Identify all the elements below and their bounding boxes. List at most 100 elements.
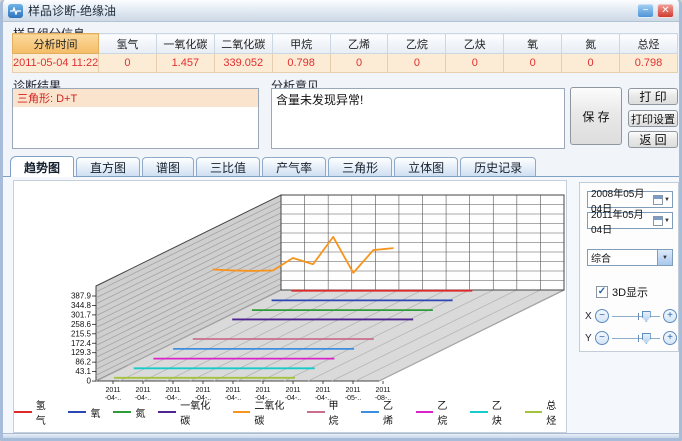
tab-产气率[interactable]: 产气率 — [262, 157, 326, 176]
gas-value-cell: 0 — [330, 54, 388, 73]
x-tick-label: 2011 — [135, 387, 150, 394]
back-button[interactable]: 返 回 — [628, 131, 678, 148]
gas-column-header: 氧 — [504, 34, 562, 54]
legend-color-dash — [525, 411, 543, 413]
gas-value-cell: 339.052 — [214, 54, 272, 73]
legend-item: 氧 — [68, 405, 100, 420]
legend-label: 氢气 — [36, 397, 56, 427]
legend-color-dash — [113, 411, 131, 413]
legend-label: 二氧化碳 — [254, 397, 293, 427]
legend-color-dash — [470, 411, 488, 413]
tab-直方图[interactable]: 直方图 — [76, 157, 140, 176]
y-tick-label: 172.4 — [71, 339, 92, 348]
print-button[interactable]: 打 印 — [628, 88, 678, 105]
tab-立体图[interactable]: 立体图 — [394, 157, 458, 176]
y-slider-thumb[interactable] — [642, 333, 651, 344]
x-tick-label: 2011 — [195, 387, 210, 394]
gas-value-cell: 0 — [504, 54, 562, 73]
tab-bar: 趋势图直方图谱图三比值产气率三角形立体图历史记录 — [3, 156, 679, 177]
legend-color-dash — [14, 411, 32, 413]
titlebar: 样品诊断-绝缘油 − ✕ — [3, 0, 679, 22]
y-slider-track[interactable] — [612, 332, 660, 344]
gas-value-cell: 1.457 — [156, 54, 214, 73]
y-tick-label: 215.5 — [71, 329, 92, 338]
legend-color-dash — [361, 411, 379, 413]
y-zoom-in-button[interactable]: + — [663, 331, 677, 345]
chevron-down-icon[interactable]: ▼ — [664, 197, 670, 203]
legend-item: 甲烷 — [307, 397, 348, 427]
window-title: 样品诊断-绝缘油 — [28, 2, 116, 19]
x-tick-label: 2011 — [165, 387, 180, 394]
date-to-value: 2011年05月04日 — [591, 206, 653, 236]
print-setup-button[interactable]: 打印设置 — [628, 110, 678, 127]
gas-column-header: 乙炔 — [446, 34, 504, 54]
legend-item: 一氧化碳 — [158, 397, 219, 427]
legend-label: 乙烯 — [383, 397, 403, 427]
x-tick-label: 2011 — [345, 387, 360, 394]
gas-value-cell: 0 — [99, 54, 157, 73]
x-tick-label: 2011 — [375, 387, 390, 394]
x-slider-track[interactable] — [612, 310, 660, 322]
diagnosis-listbox[interactable]: 三角形: D+T — [12, 88, 259, 149]
legend-label: 总烃 — [546, 397, 566, 427]
gas-value-cell: 2011-05-04 11:22:05 — [13, 54, 99, 73]
combo-dropdown-button[interactable]: ▼ — [657, 250, 672, 265]
minimize-icon[interactable]: − — [637, 4, 654, 18]
legend-item: 乙烯 — [361, 397, 402, 427]
gas-table-header-row: 分析时间氢气一氧化碳二氧化碳甲烷乙烯乙烷乙炔氧氮总烃 — [13, 34, 678, 54]
legend-item: 二氧化碳 — [233, 397, 294, 427]
calendar-icon — [653, 195, 663, 205]
legend-label: 乙炔 — [492, 397, 512, 427]
gas-value-cell: 0.798 — [620, 54, 678, 73]
y-axis-slider-row: Y − + — [585, 330, 677, 346]
mode-selected-value: 综合 — [591, 250, 611, 265]
y-tick-label: 43.1 — [75, 367, 91, 376]
x-zoom-out-button[interactable]: − — [595, 309, 609, 323]
tab-三比值[interactable]: 三比值 — [196, 157, 260, 176]
x-tick-label: 2011 — [285, 387, 300, 394]
x-tick-label: 2011 — [225, 387, 240, 394]
save-button[interactable]: 保 存 — [570, 87, 622, 145]
x-zoom-in-button[interactable]: + — [663, 309, 677, 323]
gas-column-header: 分析时间 — [13, 34, 99, 54]
date-to-picker[interactable]: 2011年05月04日 ▼ — [587, 212, 673, 229]
app-pulse-icon — [8, 4, 23, 18]
x-tick-label: 2011 — [315, 387, 330, 394]
legend-item: 氢气 — [14, 397, 55, 427]
gas-value-cell: 0.798 — [272, 54, 330, 73]
window-bottom-edge — [3, 433, 679, 438]
tab-历史记录[interactable]: 历史记录 — [460, 157, 536, 176]
slider-tick — [638, 313, 639, 320]
chart-legend: 氢气氧氮一氧化碳二氧化碳甲烷乙烯乙烷乙炔总烃 — [14, 397, 566, 427]
trend-3d-chart: 387.9344.8301.7258.6215.5172.4129.386.24… — [14, 181, 566, 407]
tab-谱图[interactable]: 谱图 — [142, 157, 194, 176]
gas-table: 分析时间氢气一氧化碳二氧化碳甲烷乙烯乙烷乙炔氧氮总烃 2011-05-04 11… — [12, 33, 678, 73]
x-axis-slider-row: X − + — [585, 308, 677, 324]
gas-column-header: 二氧化碳 — [214, 34, 272, 54]
calendar-icon — [653, 216, 663, 226]
mode-select[interactable]: 综合 ▼ — [587, 249, 673, 266]
display-3d-option: ✓ 3D显示 — [596, 284, 648, 300]
y-zoom-out-button[interactable]: − — [595, 331, 609, 345]
checkbox-3d-label: 3D显示 — [612, 284, 648, 300]
legend-item: 乙烷 — [416, 397, 457, 427]
diagnosis-item[interactable]: 三角形: D+T — [13, 89, 258, 107]
tab-三角形[interactable]: 三角形 — [328, 157, 392, 176]
slider-tick — [638, 335, 639, 342]
tab-趋势图[interactable]: 趋势图 — [10, 156, 74, 177]
checkbox-3d[interactable]: ✓ — [596, 286, 608, 298]
y-slider-label: Y — [585, 333, 592, 344]
legend-color-dash — [307, 411, 325, 413]
close-icon[interactable]: ✕ — [657, 4, 674, 18]
gas-column-header: 一氧化碳 — [156, 34, 214, 54]
chart-controls-panel: 2008年05月04日 ▼ 2011年05月04日 ▼ 综合 ▼ ✓ 3D显示 … — [579, 182, 679, 352]
gas-column-header: 总烃 — [620, 34, 678, 54]
x-slider-thumb[interactable] — [642, 311, 651, 322]
opinion-textbox[interactable]: 含量未发现异常! — [271, 88, 565, 149]
y-tick-label: 387.9 — [71, 292, 92, 301]
y-tick-label: 344.8 — [71, 301, 92, 310]
chevron-down-icon[interactable]: ▼ — [664, 218, 670, 224]
trend-chart-panel: 387.9344.8301.7258.6215.5172.4129.386.24… — [13, 180, 567, 433]
gas-table-data-row[interactable]: 2011-05-04 11:22:0501.457339.0520.798000… — [13, 54, 678, 73]
legend-label: 乙烷 — [437, 397, 457, 427]
